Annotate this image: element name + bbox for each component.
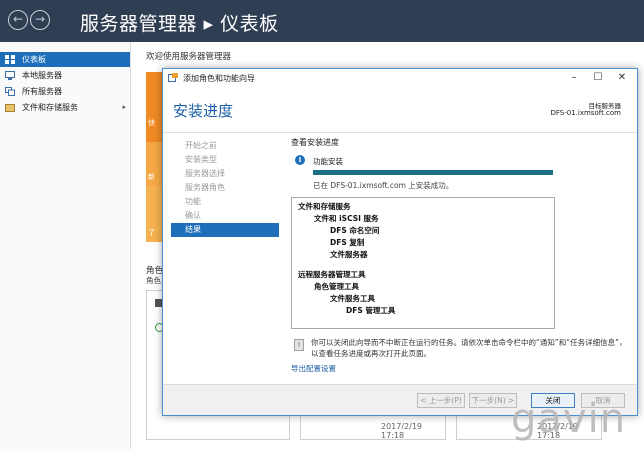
destination-server-name: DFS-01.ixmsoft.com: [550, 109, 622, 117]
tree-item: 文件和 iSCSI 服务: [314, 214, 379, 223]
watermark-text: gavin: [511, 396, 627, 442]
sidebar-item-all-servers[interactable]: 所有服务器: [0, 84, 130, 99]
tree-item: 文件和存储服务: [298, 202, 351, 211]
sidebar-item-local-server[interactable]: 本地服务器: [0, 68, 130, 83]
note-icon: !: [294, 339, 304, 351]
dialog-header: 安装进度 目标服务器 DFS-01.ixmsoft.com: [163, 88, 637, 133]
next-button[interactable]: 下一步(N) >: [469, 393, 517, 408]
sidebar-item-label: 仪表板: [22, 55, 46, 64]
previous-button[interactable]: < 上一步(P): [417, 393, 465, 408]
install-success-message: 已在 DFS-01.ixmsoft.com 上安装成功。: [313, 181, 454, 190]
sidebar-item-label: 本地服务器: [22, 71, 62, 80]
sidebar-item-file-storage[interactable]: 文件和存储服务 ▸: [0, 100, 130, 115]
chevron-right-icon[interactable]: ▸: [122, 100, 126, 115]
close-icon[interactable]: ✕: [611, 71, 633, 85]
storage-icon: [5, 104, 15, 112]
progress-fill: [313, 170, 553, 175]
servers-icon: [5, 87, 15, 96]
server-icon: [5, 71, 15, 80]
dialog-title: 添加角色和功能向导: [183, 74, 255, 83]
sidebar-item-label: 所有服务器: [22, 87, 62, 96]
minimize-icon[interactable]: –: [563, 71, 585, 85]
step-confirmation: 确认: [185, 211, 201, 220]
app-title: 服务器管理器 ▸ 仪表板: [80, 13, 279, 35]
tile-text: 新: [148, 173, 155, 181]
page-title: 安装进度: [173, 102, 234, 120]
info-icon: i: [295, 155, 305, 165]
tile-text: 了: [148, 229, 155, 237]
wizard-icon: [168, 73, 178, 82]
tree-item: 角色管理工具: [314, 282, 359, 291]
dialog-titlebar[interactable]: 添加角色和功能向导 – ☐ ✕: [163, 69, 637, 88]
roles-subheading: 角色: [146, 276, 161, 285]
content-heading: 查看安装进度: [291, 138, 339, 147]
tree-item: DFS 复制: [330, 238, 365, 247]
step-results[interactable]: 结果: [171, 223, 279, 237]
add-roles-wizard-dialog: 添加角色和功能向导 – ☐ ✕ 安装进度 目标服务器 DFS-01.ixmsof…: [162, 68, 638, 416]
step-server-roles: 服务器角色: [185, 183, 225, 192]
step-features: 功能: [185, 197, 201, 206]
tree-item: 文件服务器: [330, 250, 368, 259]
step-installation-type: 安装类型: [185, 155, 217, 164]
tile-text: 快: [148, 119, 155, 127]
forward-arrow-icon[interactable]: →: [30, 10, 50, 30]
sidebar-item-label: 文件和存储服务: [22, 103, 78, 112]
step-server-selection: 服务器选择: [185, 169, 225, 178]
tree-item: 文件服务工具: [330, 294, 375, 303]
install-progress-bar: [313, 170, 553, 175]
server-manager-titlebar: ← → 服务器管理器 ▸ 仪表板: [0, 0, 644, 42]
card-timestamp: 2017/2/19 17:18: [381, 422, 423, 440]
dashboard-icon: [5, 55, 15, 64]
feature-install-label: 功能安装: [313, 157, 343, 166]
back-arrow-icon[interactable]: ←: [8, 10, 28, 30]
tree-item: DFS 命名空间: [330, 226, 380, 235]
sidebar-item-dashboard[interactable]: 仪表板: [0, 52, 130, 67]
results-list[interactable]: 文件和存储服务 文件和 iSCSI 服务 DFS 命名空间 DFS 复制 文件服…: [291, 197, 555, 329]
note-text: 你可以关闭此向导而不中断正在运行的任务。请依次单击命令栏中的“通知”和“任务详细…: [311, 338, 627, 358]
sidebar: 仪表板 本地服务器 所有服务器 文件和存储服务 ▸: [0, 42, 131, 449]
tree-item: 远程服务器管理工具: [298, 270, 366, 279]
export-config-link[interactable]: 导出配置设置: [291, 363, 336, 374]
dashboard-welcome: 欢迎使用服务器管理器: [146, 52, 232, 62]
tree-item: DFS 管理工具: [346, 306, 396, 315]
step-before-you-begin: 开始之前: [185, 141, 217, 150]
maximize-icon[interactable]: ☐: [587, 71, 609, 85]
